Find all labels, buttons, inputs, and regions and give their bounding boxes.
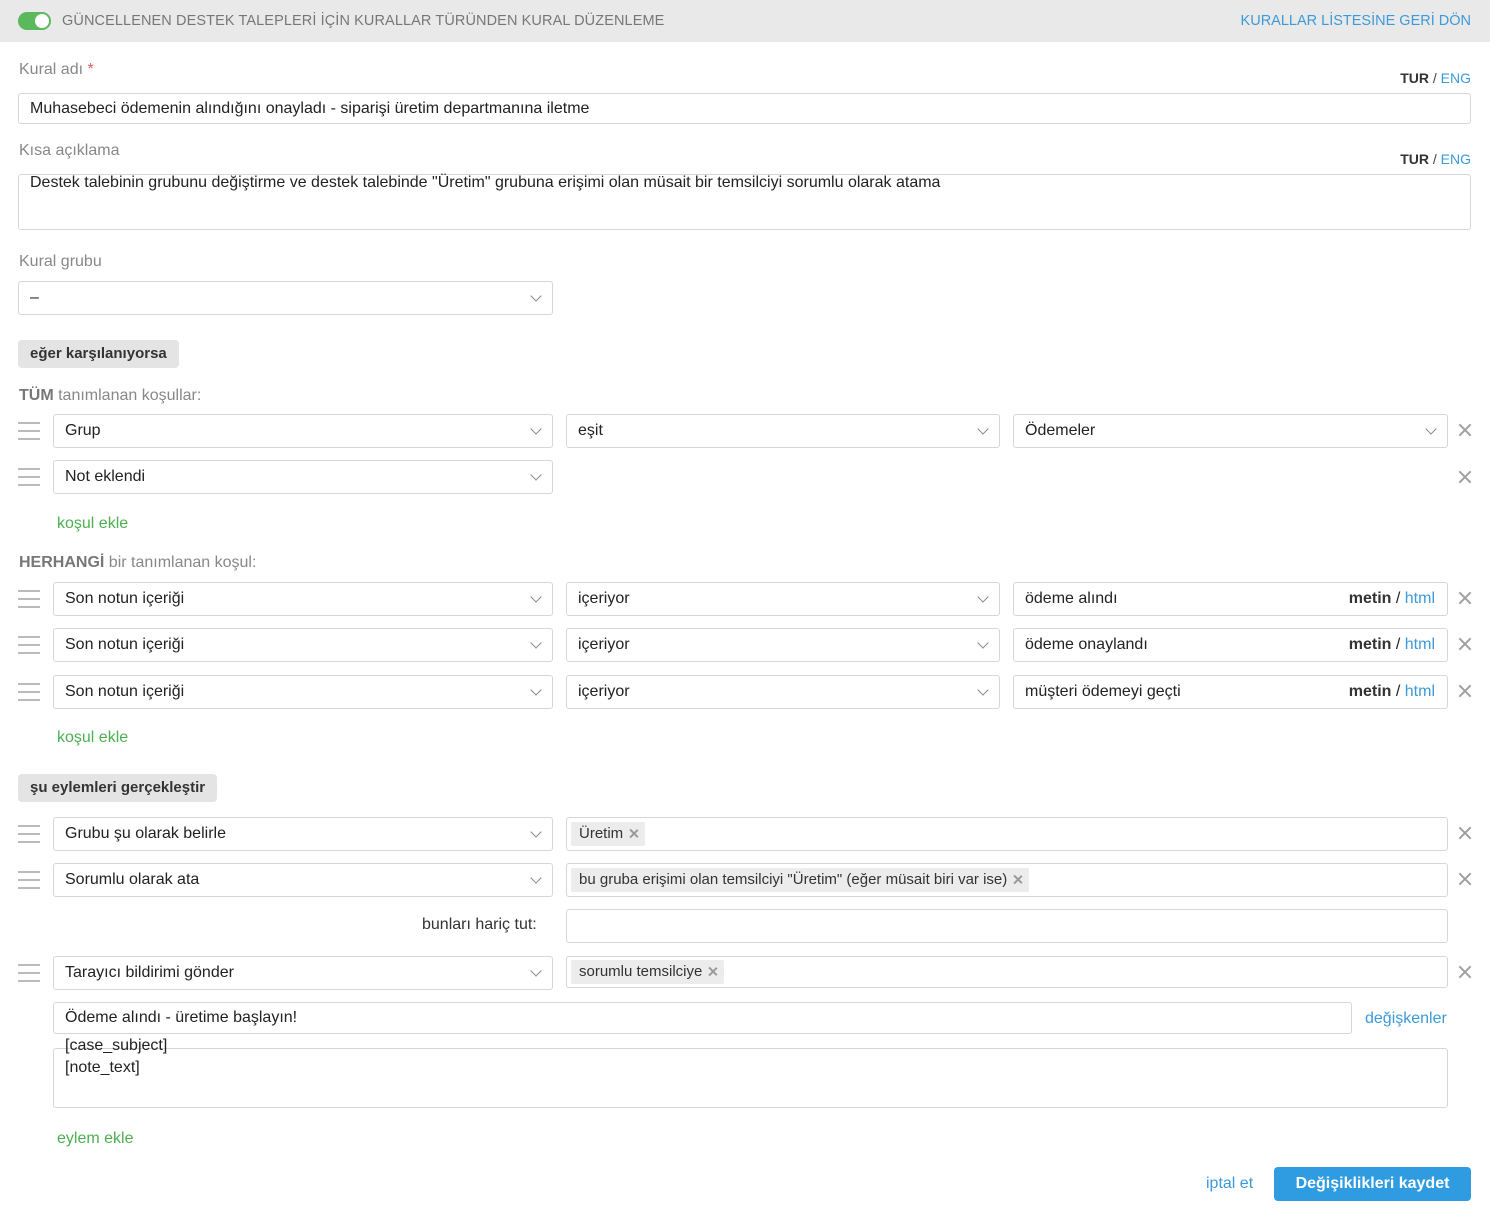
- tag-remove-icon[interactable]: [1012, 874, 1023, 885]
- chevron-down-icon: [530, 591, 542, 603]
- lang-alternate-link[interactable]: ENG: [1441, 151, 1471, 167]
- chevron-down-icon: [530, 423, 542, 435]
- close-icon[interactable]: [1457, 871, 1473, 887]
- condition-field-select[interactable]: Son notun içeriği: [53, 628, 553, 662]
- actions-section-label: şu eylemleri gerçekleştir: [18, 774, 218, 802]
- chevron-down-icon: [530, 872, 542, 884]
- chevron-down-icon: [977, 591, 989, 603]
- conditions-section-label: eğer karşılanıyorsa: [18, 340, 179, 368]
- condition-value-input[interactable]: müşteri ödemeyi geçti metin / html: [1013, 675, 1448, 709]
- close-icon[interactable]: [1457, 469, 1473, 485]
- html-format-link[interactable]: html: [1405, 636, 1435, 653]
- chevron-down-icon: [1425, 423, 1437, 435]
- variables-link[interactable]: değişkenler: [1365, 1010, 1447, 1028]
- notification-body-textarea[interactable]: [case_subject] [note_text]: [53, 1037, 1448, 1108]
- chevron-down-icon: [530, 684, 542, 696]
- any-conditions-label: HERHANGİ bir tanımlanan koşul:: [19, 554, 257, 571]
- save-changes-button[interactable]: Değişiklikleri kaydet: [1274, 1167, 1471, 1201]
- condition-value-input[interactable]: ödeme alındı metin / html: [1013, 582, 1448, 616]
- drag-handle-icon[interactable]: [18, 636, 40, 654]
- drag-handle-icon[interactable]: [18, 871, 40, 889]
- chevron-down-icon: [977, 423, 989, 435]
- required-mark: *: [87, 61, 94, 78]
- back-to-rules-link[interactable]: KURALLAR LİSTESİNE GERİ DÖN: [1241, 13, 1471, 29]
- rule-active-toggle[interactable]: [18, 12, 51, 30]
- drag-handle-icon[interactable]: [18, 422, 40, 440]
- action-value-tags[interactable]: bu gruba erişimi olan temsilciyi "Üretim…: [566, 863, 1448, 897]
- chevron-down-icon: [530, 637, 542, 649]
- exclude-input[interactable]: [566, 909, 1448, 943]
- format-switch: metin / html: [1348, 683, 1435, 700]
- chevron-down-icon: [977, 637, 989, 649]
- condition-value-input[interactable]: ödeme onaylandı metin / html: [1013, 628, 1448, 662]
- chevron-down-icon: [977, 684, 989, 696]
- html-format-link[interactable]: html: [1405, 590, 1435, 607]
- action-type-select[interactable]: Sorumlu olarak ata: [53, 863, 553, 897]
- add-action-link[interactable]: eylem ekle: [57, 1130, 133, 1148]
- chevron-down-icon: [530, 826, 542, 838]
- condition-value-select[interactable]: Ödemeler: [1013, 414, 1448, 448]
- add-condition-link[interactable]: koşul ekle: [57, 515, 128, 533]
- drag-handle-icon[interactable]: [18, 964, 40, 982]
- chevron-down-icon: [530, 469, 542, 481]
- html-format-link[interactable]: html: [1405, 683, 1435, 700]
- tag: Üretim: [571, 822, 646, 846]
- action-type-select[interactable]: Grubu şu olarak belirle: [53, 817, 553, 851]
- rule-name-input[interactable]: Muhasebeci ödemenin alındığını onayladı …: [18, 93, 1471, 124]
- cancel-link[interactable]: iptal et: [1206, 1175, 1253, 1193]
- drag-handle-icon[interactable]: [18, 590, 40, 608]
- action-value-tags[interactable]: sorumlu temsilciye: [566, 956, 1448, 988]
- close-icon[interactable]: [1457, 636, 1473, 652]
- drag-handle-icon[interactable]: [18, 468, 40, 486]
- close-icon[interactable]: [1457, 683, 1473, 699]
- close-icon[interactable]: [1457, 964, 1473, 980]
- action-type-select[interactable]: Tarayıcı bildirimi gönder: [53, 956, 553, 990]
- condition-operator-select[interactable]: içeriyor: [566, 582, 1000, 616]
- rule-name-language-switch: TUR / ENG: [1400, 70, 1471, 86]
- rule-group-label: Kural grubu: [19, 253, 102, 270]
- close-icon[interactable]: [1457, 590, 1473, 606]
- condition-field-select[interactable]: Not eklendi: [53, 460, 553, 494]
- tag-remove-icon[interactable]: [628, 828, 639, 839]
- toggle-knob: [35, 14, 49, 28]
- tag: bu gruba erişimi olan temsilciyi "Üretim…: [571, 868, 1030, 892]
- condition-operator-select[interactable]: içeriyor: [566, 675, 1000, 709]
- tag-remove-icon[interactable]: [707, 966, 718, 977]
- action-value-tags[interactable]: Üretim: [566, 817, 1448, 851]
- close-icon[interactable]: [1457, 422, 1473, 438]
- drag-handle-icon[interactable]: [18, 825, 40, 843]
- condition-field-select[interactable]: Son notun içeriği: [53, 675, 553, 709]
- notification-subject-input[interactable]: Ödeme alındı - üretime başlayın!: [53, 1002, 1352, 1034]
- format-switch: metin / html: [1348, 636, 1435, 653]
- close-icon[interactable]: [1457, 825, 1473, 841]
- rule-name-label: Kural adı *: [19, 61, 94, 78]
- exclude-label: bunları hariç tut:: [422, 916, 537, 933]
- drag-handle-icon[interactable]: [18, 683, 40, 701]
- condition-field-select[interactable]: Son notun içeriği: [53, 582, 553, 616]
- page-title: GÜNCELLENEN DESTEK TALEPLERİ İÇİN KURALL…: [62, 13, 665, 29]
- tag: sorumlu temsilciye: [571, 960, 725, 984]
- condition-field-select[interactable]: Grup: [53, 414, 553, 448]
- lang-alternate-link[interactable]: ENG: [1441, 70, 1471, 86]
- chevron-down-icon: [530, 290, 542, 302]
- all-conditions-label: TÜM tanımlanan koşullar:: [19, 387, 202, 404]
- condition-operator-select[interactable]: içeriyor: [566, 628, 1000, 662]
- rule-group-select[interactable]: –: [18, 281, 553, 315]
- add-condition-link[interactable]: koşul ekle: [57, 729, 128, 747]
- short-description-label: Kısa açıklama: [19, 142, 120, 159]
- short-description-textarea[interactable]: Destek talebinin grubunu değiştirme ve d…: [18, 174, 1471, 230]
- lang-current: TUR: [1400, 70, 1429, 86]
- format-switch: metin / html: [1348, 590, 1435, 607]
- short-description-language-switch: TUR / ENG: [1400, 151, 1471, 167]
- condition-operator-select[interactable]: eşit: [566, 414, 1000, 448]
- chevron-down-icon: [530, 965, 542, 977]
